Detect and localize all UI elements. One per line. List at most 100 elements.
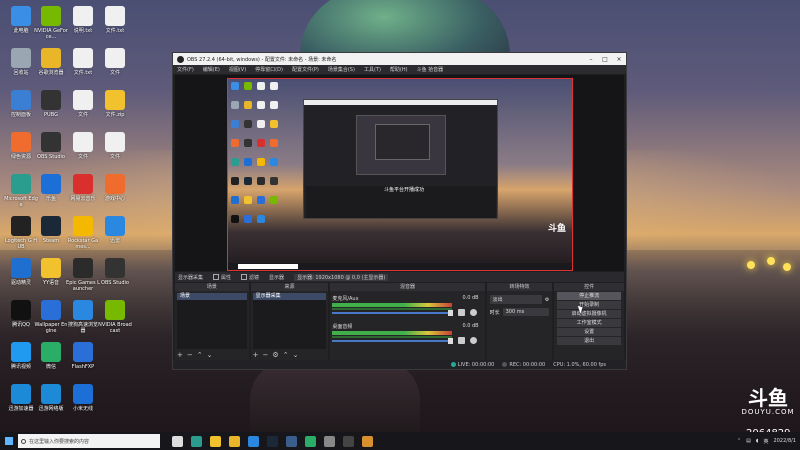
menu-item[interactable]: 工具(T) xyxy=(364,66,381,73)
display-select[interactable]: 显示器: 1920x1080 @ 0,0 (主显示器) xyxy=(294,273,389,281)
desktop-icon[interactable]: FlashFXP xyxy=(66,342,100,370)
desktop-icon[interactable]: 小米无线 xyxy=(66,384,100,412)
start-button[interactable] xyxy=(0,432,18,450)
control-button[interactable]: 工作室模式 xyxy=(557,319,621,327)
desktop-icon[interactable]: OBS Studio xyxy=(34,132,68,160)
desktop-icon[interactable]: 搜狗高速浏览器 xyxy=(66,300,100,334)
speaker-icon[interactable] xyxy=(458,337,466,344)
desktop-icon[interactable]: Logitech G HUB xyxy=(4,216,38,250)
control-button[interactable]: 退出 xyxy=(557,337,621,345)
volume-fader-knob[interactable] xyxy=(448,338,454,344)
taskbar-task-view-icon[interactable] xyxy=(172,435,183,447)
scenes-list[interactable]: 场景 xyxy=(177,293,247,349)
desktop-icon[interactable]: 回收站 xyxy=(4,48,38,76)
desktop-icon[interactable]: 迅游网络版 xyxy=(34,384,68,412)
desktop-icon[interactable]: 文件.zip xyxy=(98,90,132,118)
desktop-icon[interactable]: Epic Games Launcher xyxy=(66,258,100,292)
taskbar-app-4-icon[interactable] xyxy=(324,435,335,447)
desktop-icon[interactable]: 迅游加速器 xyxy=(4,384,38,412)
filters-button[interactable]: 滤镜 xyxy=(241,274,259,281)
desktop-icon[interactable]: 此电脑 xyxy=(4,6,38,34)
obs-titlebar[interactable]: OBS 27.2.4 (64-bit, windows) - 配置文件: 未命名… xyxy=(173,53,626,65)
gear-icon[interactable]: ⚙ xyxy=(545,297,549,303)
desktop-icon[interactable]: 腾讯视频 xyxy=(4,342,38,370)
chevron-up-icon[interactable]: ⌃ xyxy=(283,351,289,359)
desktop-icon[interactable]: NVIDIA GeForce... xyxy=(34,6,68,40)
volume-fader[interactable] xyxy=(332,312,453,314)
desktop-icon[interactable]: 文件 xyxy=(66,132,100,160)
desktop-icon[interactable]: 乐鱼 xyxy=(34,174,68,202)
desktop-icon[interactable]: 文件 xyxy=(66,90,100,118)
desktop-icon[interactable]: 迅雷 xyxy=(98,216,132,244)
taskbar-app-3-icon[interactable] xyxy=(305,435,316,447)
desktop-icon[interactable]: 微信 xyxy=(34,342,68,370)
speaker-icon[interactable] xyxy=(458,309,466,316)
menu-item[interactable]: 帮助(H) xyxy=(390,66,408,73)
add-icon[interactable]: + xyxy=(253,351,259,359)
volume-fader-knob[interactable] xyxy=(448,310,454,316)
taskbar-app-1-icon[interactable] xyxy=(248,435,259,447)
control-button[interactable]: 停止推流 xyxy=(557,292,621,300)
desktop-icon[interactable]: 网易云音乐 xyxy=(66,174,100,202)
transition-select[interactable]: 淡出 xyxy=(489,295,542,304)
desktop-icon[interactable]: 腾讯QQ xyxy=(4,300,38,328)
menu-item[interactable]: 编辑(E) xyxy=(203,66,220,73)
input-language[interactable]: 英 xyxy=(764,438,769,445)
duration-input[interactable]: 300 ms xyxy=(502,308,550,316)
tray-chevron-up-icon[interactable]: ⌃ xyxy=(737,438,741,444)
desktop-icon[interactable]: 绿色资源 xyxy=(4,132,38,160)
remove-icon[interactable]: − xyxy=(263,351,269,359)
desktop-icon[interactable]: 说明.txt xyxy=(66,6,100,34)
close-icon[interactable]: × xyxy=(612,56,626,63)
menu-item[interactable]: 文件(F) xyxy=(177,66,194,73)
desktop-icon[interactable]: 文件 xyxy=(98,48,132,76)
remove-icon[interactable]: − xyxy=(187,351,193,359)
properties-button[interactable]: 属性 xyxy=(213,274,231,281)
preview-canvas[interactable]: 斗鱼平台开播成功 斗鱼 xyxy=(227,78,573,271)
control-button[interactable]: 设置 xyxy=(557,328,621,336)
desktop-icon[interactable]: 文件.txt xyxy=(98,6,132,34)
volume-fader[interactable] xyxy=(332,340,453,342)
chevron-down-icon[interactable]: ⌄ xyxy=(293,351,299,359)
desktop-icon[interactable]: 驱动精灵 xyxy=(4,258,38,286)
control-button[interactable]: 开始录制 xyxy=(557,301,621,309)
taskbar-search[interactable]: 在这里输入你要搜索的内容 xyxy=(18,434,160,448)
desktop-icon[interactable]: 谷歌浏览器 xyxy=(34,48,68,76)
taskbar-obs-icon[interactable] xyxy=(343,435,354,447)
minimize-icon[interactable]: – xyxy=(584,56,598,63)
menu-item[interactable]: 场景集合(S) xyxy=(328,66,355,73)
gear-icon[interactable]: ⚙ xyxy=(272,351,278,359)
desktop-icon[interactable]: 游戏中心 xyxy=(98,174,132,202)
taskbar-edge-icon[interactable] xyxy=(191,435,202,447)
chevron-down-icon[interactable]: ⌄ xyxy=(207,351,213,359)
sources-list[interactable]: 显示器采集 xyxy=(252,293,327,349)
desktop-icon[interactable]: OBS Studio xyxy=(98,258,132,286)
desktop-icon[interactable]: 文件 xyxy=(98,132,132,160)
desktop-icon[interactable]: Microsoft Edge xyxy=(4,174,38,208)
desktop-icon[interactable]: Steam xyxy=(34,216,68,244)
scene-item[interactable]: 场景 xyxy=(177,293,247,300)
desktop-icon[interactable]: 文件.txt xyxy=(66,48,100,76)
taskbar-file-explorer-icon[interactable] xyxy=(210,435,221,447)
menu-item[interactable]: 停靠窗口(D) xyxy=(255,66,283,73)
taskbar-app-2-icon[interactable] xyxy=(267,435,278,447)
desktop-icon[interactable]: 控制面板 xyxy=(4,90,38,118)
desktop-icon[interactable]: YY语音 xyxy=(34,258,68,286)
desktop-icon[interactable]: Rockstar Games... xyxy=(66,216,100,250)
menu-item[interactable]: 配置文件(P) xyxy=(292,66,319,73)
volume-icon[interactable]: ◖ xyxy=(756,438,759,444)
menu-item[interactable]: 斗鱼 拾音器 xyxy=(417,66,444,73)
maximize-icon[interactable]: □ xyxy=(598,56,612,63)
desktop-icon[interactable]: Wallpaper Engine xyxy=(34,300,68,334)
network-icon[interactable]: ▤ xyxy=(746,438,751,444)
taskbar-app-5-icon[interactable] xyxy=(362,435,373,447)
source-item[interactable]: 显示器采集 xyxy=(252,293,327,300)
taskbar-clock[interactable]: 2022/8/1 xyxy=(774,438,796,444)
taskbar-steam-icon[interactable] xyxy=(286,435,297,447)
desktop-icon[interactable]: NVIDIA Broadcast xyxy=(98,300,132,334)
control-button[interactable]: 启动虚拟摄像机 xyxy=(557,310,621,318)
menu-item[interactable]: 视图(V) xyxy=(229,66,246,73)
chevron-up-icon[interactable]: ⌃ xyxy=(197,351,203,359)
gear-icon[interactable] xyxy=(470,337,478,344)
obs-preview-area[interactable]: 斗鱼平台开播成功 斗鱼 xyxy=(175,75,624,271)
